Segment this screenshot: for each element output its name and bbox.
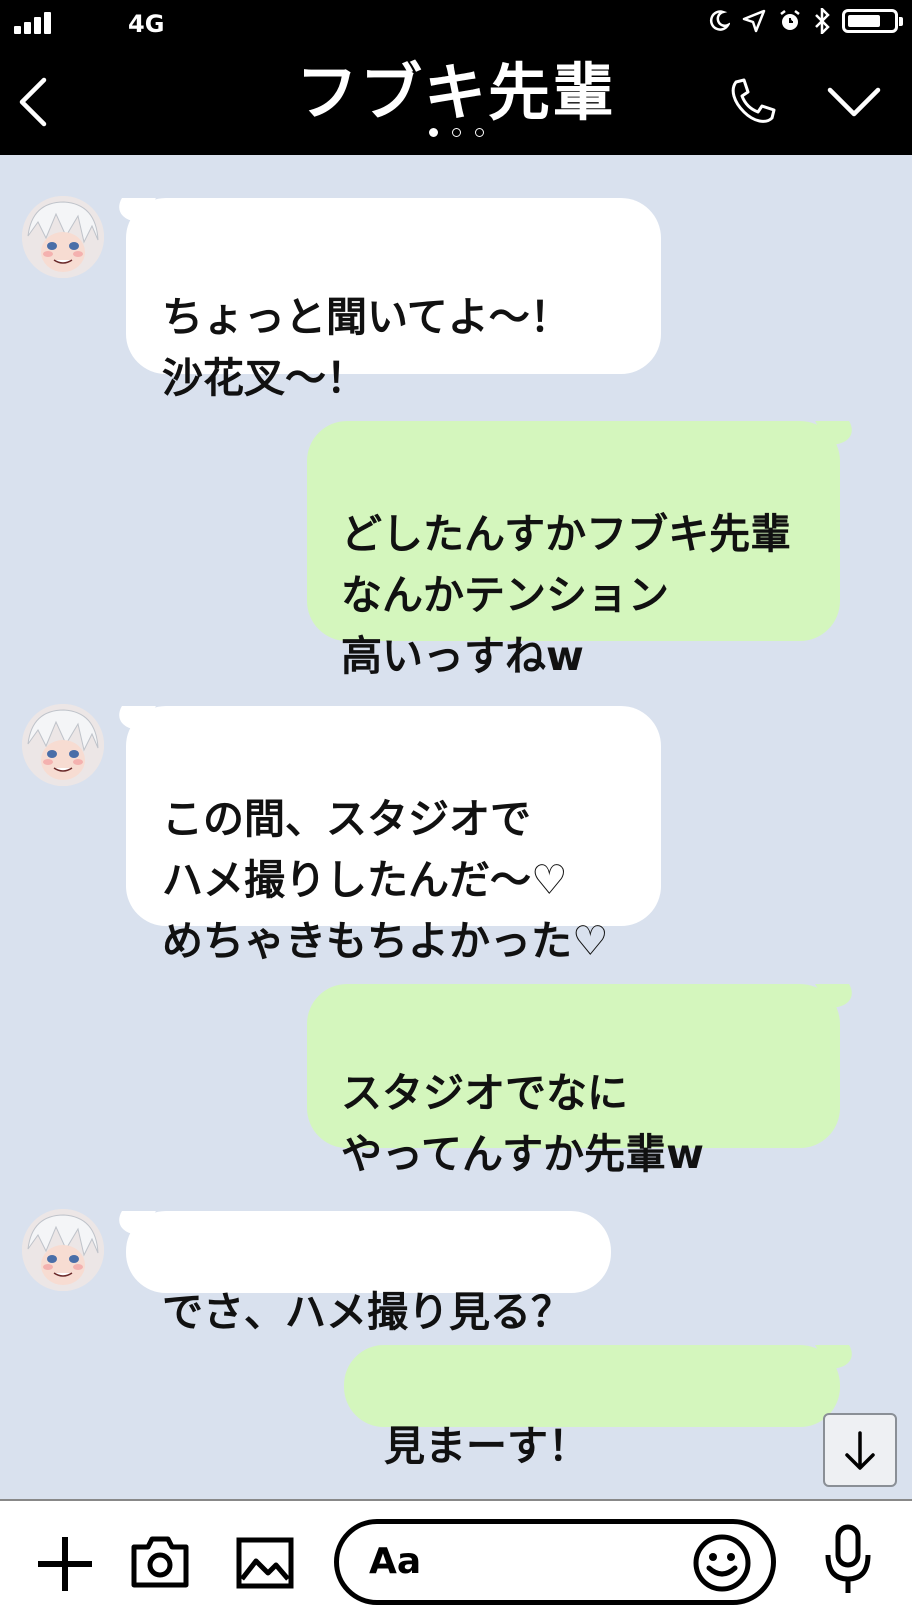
chat-header: 4G フブキ先輩 (0, 0, 912, 155)
message-bubble-incoming[interactable]: この間、スタジオで ハメ撮りしたんだ～♡ めちゃきもちよかった♡ (126, 706, 661, 965)
battery-level (848, 15, 880, 27)
microphone-icon[interactable] (822, 1523, 874, 1601)
message-text: この間、スタジオで ハメ撮りしたんだ～♡ めちゃきもちよかった♡ (162, 795, 609, 965)
status-icons (708, 8, 903, 34)
moon-icon (709, 10, 730, 31)
message-input-placeholder: Aa (369, 1541, 422, 1582)
message-bubble-outgoing[interactable]: どしたんすかフブキ先輩 なんかテンション 高いっすねw (307, 421, 840, 680)
message-text: 見まーす！ (384, 1422, 589, 1470)
phone-icon[interactable] (726, 76, 778, 128)
message-text: どしたんすかフブキ先輩 なんかテンション 高いっすねw (341, 510, 792, 680)
avatar-image (22, 704, 104, 786)
avatar-image (22, 196, 104, 278)
battery-icon (842, 9, 903, 33)
input-toolbar: Aa (0, 1499, 912, 1620)
message-bubble-incoming[interactable]: ちょっと聞いてよ～！ 沙花叉～！ (126, 198, 661, 402)
page-dot[interactable] (451, 128, 461, 137)
message-text: でさ、ハメ撮り見る？ (162, 1288, 572, 1336)
camera-icon[interactable] (130, 1535, 190, 1589)
page-dot[interactable] (428, 128, 438, 137)
message-bubble-incoming[interactable]: でさ、ハメ撮り見る？ (126, 1211, 611, 1336)
message-input[interactable]: Aa (334, 1519, 776, 1605)
avatar[interactable] (22, 704, 104, 786)
arrow-down-icon (845, 1431, 875, 1470)
image-icon[interactable] (236, 1537, 294, 1589)
avatar[interactable] (22, 1209, 104, 1291)
smiley-icon[interactable] (691, 1532, 753, 1594)
location-icon (742, 9, 766, 33)
bluetooth-icon (815, 8, 830, 34)
page-dot[interactable] (474, 128, 484, 137)
signal-icon (14, 12, 51, 34)
message-text: スタジオでなに やってんすか先輩w (341, 1069, 705, 1178)
avatar[interactable] (22, 196, 104, 278)
network-type: 4G (128, 10, 165, 38)
avatar-image (22, 1209, 104, 1291)
chevron-down-icon[interactable] (826, 82, 882, 122)
plus-icon[interactable] (34, 1533, 96, 1595)
signal-strength (14, 12, 51, 34)
message-bubble-outgoing[interactable]: スタジオでなに やってんすか先輩w (307, 984, 840, 1178)
message-bubble-outgoing[interactable]: 見まーす！ (344, 1345, 840, 1470)
message-text: ちょっと聞いてよ～！ 沙花叉～！ (162, 293, 571, 402)
scroll-down-button[interactable] (823, 1413, 897, 1487)
page-indicator (0, 128, 912, 137)
alarm-icon (780, 10, 800, 30)
